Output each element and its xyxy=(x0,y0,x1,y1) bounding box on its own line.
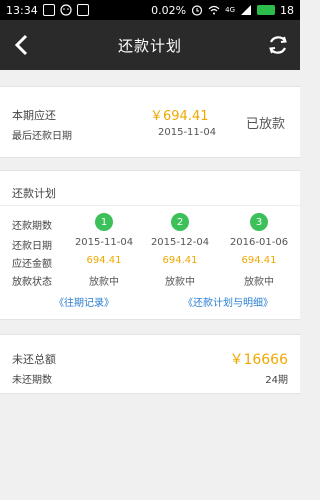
date-1: 2015-11-04 xyxy=(74,237,134,248)
remaining-total-label: 未还总额 xyxy=(12,353,56,366)
amount-label: 应还金额 xyxy=(12,259,52,270)
period-badge-2: 2 xyxy=(171,213,189,231)
navbar: 还款计划 xyxy=(0,20,300,70)
status-row: 放款状态 放款中 放款中 放款中 xyxy=(0,273,300,291)
refresh-button[interactable] xyxy=(264,31,292,59)
current-due-label: 本期应还 xyxy=(12,109,56,122)
status-network: 4G xyxy=(225,6,235,14)
plan-title: 还款计划 xyxy=(12,187,56,200)
period-badge-3: 3 xyxy=(250,213,268,231)
current-due-card: 本期应还 最后还款日期 ￥694.41 2015-11-04 已放款 xyxy=(0,86,300,158)
amount-3: 694.41 xyxy=(241,255,277,266)
message-icon xyxy=(42,4,55,16)
status-label: 放款状态 xyxy=(12,277,52,288)
signal-icon xyxy=(240,4,252,16)
remaining-periods-count: 24期 xyxy=(265,375,288,386)
chevron-left-icon xyxy=(14,34,28,56)
date-2: 2015-12-04 xyxy=(150,237,210,248)
prev-records-link[interactable]: 《往期记录》 xyxy=(54,294,114,309)
status-data-usage: 0.02% xyxy=(151,3,187,17)
alarm-icon xyxy=(191,4,203,16)
period-label: 还款期数 xyxy=(12,221,52,232)
date-row: 还款日期 2015-11-04 2015-12-04 2016-01-06 xyxy=(0,237,300,255)
divider xyxy=(0,205,300,206)
battery-icon xyxy=(257,5,275,15)
refresh-icon xyxy=(269,36,287,54)
last-due-date: 2015-11-04 xyxy=(158,127,217,138)
wechat-icon xyxy=(60,4,72,16)
period-badge-1: 1 xyxy=(95,213,113,231)
status-3: 放款中 xyxy=(244,277,274,288)
status-1: 放款中 xyxy=(89,277,119,288)
status-time: 13:34 xyxy=(6,3,38,17)
amount-row: 应还金额 694.41 694.41 694.41 xyxy=(0,255,300,273)
page-title: 还款计划 xyxy=(117,36,182,55)
amount-2: 694.41 xyxy=(162,255,198,266)
back-button[interactable] xyxy=(8,31,36,59)
status-2: 放款中 xyxy=(165,277,195,288)
date-3: 2016-01-06 xyxy=(229,237,289,248)
loan-status: 已放款 xyxy=(246,117,286,132)
repayment-plan-card: 还款计划 还款期数 1 2 3 还款日期 2015-11-04 2015-12-… xyxy=(0,170,300,320)
remaining-total-amount: ￥16666 xyxy=(229,352,288,368)
period-row: 还款期数 1 2 3 xyxy=(0,213,300,232)
current-due-amount: ￥694.41 xyxy=(150,109,209,124)
last-due-date-label: 最后还款日期 xyxy=(12,131,72,142)
plan-details-link[interactable]: 《还款计划与明细》 xyxy=(183,294,273,309)
remaining-card: 未还总额 未还期数 ￥16666 24期 xyxy=(0,334,300,394)
status-bar: 13:34 0.02% 4G 18 xyxy=(0,0,300,20)
wifi-icon xyxy=(208,4,220,16)
image-icon xyxy=(76,4,89,16)
amount-1: 694.41 xyxy=(86,255,122,266)
remaining-periods-label: 未还期数 xyxy=(12,375,52,386)
status-battery-level: 18 xyxy=(280,3,294,17)
date-label: 还款日期 xyxy=(12,241,52,252)
